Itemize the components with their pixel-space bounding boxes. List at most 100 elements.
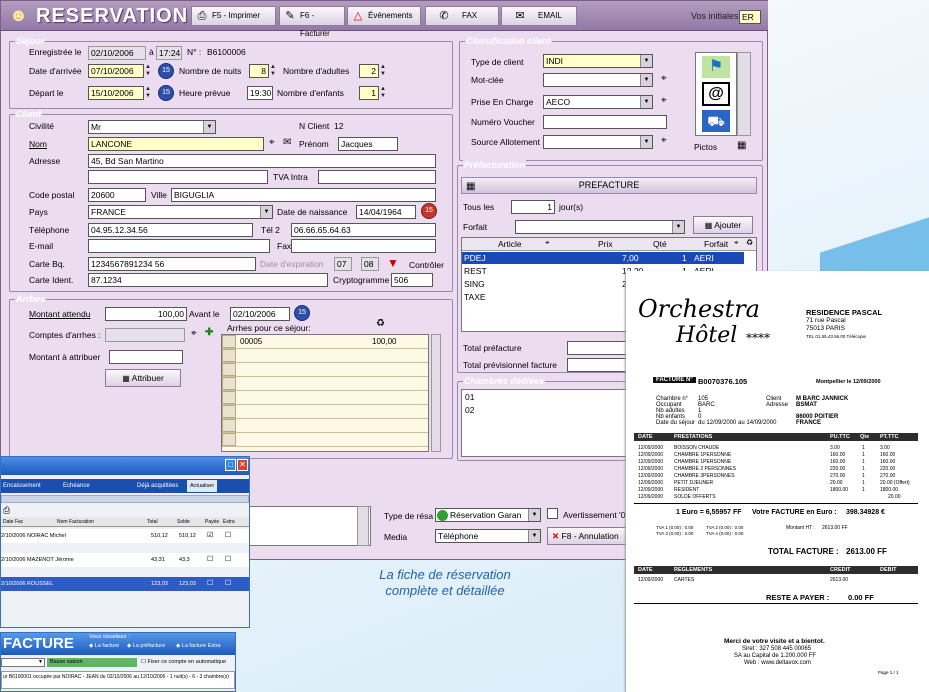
search-icon[interactable]: ⌖ bbox=[661, 135, 667, 147]
country-select[interactable]: FRANCE ▼ bbox=[88, 205, 273, 219]
booking-type-select[interactable]: Réservation Garan ▼ bbox=[435, 508, 541, 522]
notes-scrollbar[interactable] bbox=[357, 506, 369, 546]
assign-button[interactable]: ▦ Attribuer bbox=[105, 369, 181, 387]
firstname-field[interactable]: Jacques bbox=[338, 137, 398, 151]
trash-icon[interactable]: ♻ bbox=[376, 318, 385, 330]
list-item[interactable]: 02 bbox=[465, 405, 474, 415]
expected-field[interactable]: 100,00 bbox=[105, 307, 187, 321]
invoice-select[interactable]: ▼ bbox=[1, 658, 45, 667]
pictos-scrollbar[interactable] bbox=[737, 52, 751, 136]
season-field[interactable]: Basse saison bbox=[47, 658, 137, 667]
assign-field[interactable] bbox=[109, 350, 183, 364]
car-icon[interactable]: ⛟ bbox=[702, 110, 730, 132]
printer-icon[interactable]: ⎙ bbox=[3, 505, 10, 516]
add-icon[interactable]: ✚ bbox=[205, 327, 213, 339]
shield-icon[interactable]: ▼ bbox=[387, 257, 399, 269]
control-button[interactable]: Contrôler bbox=[409, 260, 444, 270]
checkbox-icon[interactable]: ☐ bbox=[225, 529, 231, 543]
adults-field[interactable]: 2 bbox=[359, 64, 379, 78]
checkbox-icon[interactable]: ☐ bbox=[225, 553, 231, 567]
grid-scrollbar[interactable] bbox=[431, 334, 441, 452]
add-package-button[interactable]: ▦ Ajouter bbox=[693, 216, 753, 234]
city-field[interactable]: BIGUGLIA bbox=[171, 188, 436, 202]
search-icon[interactable]: ⌖ bbox=[191, 328, 197, 340]
calendar-icon[interactable]: 15 bbox=[158, 85, 174, 101]
client-type-select[interactable]: INDI ▼ bbox=[543, 54, 653, 68]
family-icon[interactable]: ⚑ bbox=[702, 56, 730, 78]
table-row[interactable]: 2/10/2006 NOIRAC Michel 510,12 510,12 ☑ … bbox=[1, 529, 249, 543]
crypto-field[interactable]: 506 bbox=[391, 273, 433, 287]
view-option[interactable]: ◆ La facture Extra bbox=[176, 643, 221, 649]
birth-field[interactable]: 14/04/1964 bbox=[356, 205, 416, 219]
deposits-grid[interactable]: 00005 100,00 bbox=[221, 334, 429, 452]
search-icon[interactable]: ⌖ bbox=[661, 73, 667, 85]
calendar-icon[interactable]: 15 bbox=[421, 203, 437, 219]
tel2-field[interactable]: 06.66.65.64.63 bbox=[291, 223, 436, 237]
search-icon[interactable]: ⌖ bbox=[661, 95, 667, 107]
filter-option[interactable]: Déjà acquittées bbox=[137, 479, 178, 493]
postal-field[interactable]: 20600 bbox=[88, 188, 146, 202]
phone-field[interactable]: 04.95.12.34.56 bbox=[88, 223, 253, 237]
package-select[interactable]: ▼ bbox=[515, 220, 685, 234]
keyword-select[interactable]: ▼ bbox=[543, 73, 653, 87]
card-field[interactable]: 1234567891234 56 bbox=[88, 257, 256, 271]
print-button[interactable]: ⎙ F5 - Imprimer bbox=[191, 6, 276, 26]
close-icon[interactable]: ✕ bbox=[237, 459, 248, 471]
expiry-year[interactable]: 08 bbox=[361, 257, 379, 271]
at-icon[interactable]: @ bbox=[702, 82, 730, 106]
fax-button[interactable]: ✆ FAX bbox=[425, 6, 499, 26]
spinner-icon[interactable]: ▲ ▼ bbox=[144, 64, 152, 78]
checkbox-icon[interactable]: ☐ bbox=[207, 577, 213, 591]
name-field[interactable]: LANCONE bbox=[88, 137, 264, 151]
checkbox-icon[interactable]: ☐ bbox=[225, 577, 231, 591]
email-field[interactable] bbox=[88, 239, 270, 253]
spinner-icon[interactable]: ▲ ▼ bbox=[379, 64, 387, 78]
invoice-button[interactable]: ✎ F6 - Facturer bbox=[279, 6, 345, 38]
email-button[interactable]: ✉ EMAIL bbox=[501, 6, 577, 26]
refresh-button[interactable]: Actualiser bbox=[187, 480, 218, 492]
table-row[interactable]: PDEJ 7,00 1 AERI bbox=[462, 252, 744, 264]
pec-select[interactable]: AECO ▼ bbox=[543, 95, 653, 109]
folder-icon[interactable]: ▦ bbox=[466, 179, 475, 194]
before-date-field[interactable]: 02/10/2006 bbox=[230, 307, 290, 321]
picture-icon[interactable]: ▦ bbox=[737, 140, 746, 152]
mail-icon[interactable]: ✉ bbox=[283, 137, 291, 149]
media-select[interactable]: Téléphone ▼ bbox=[435, 529, 541, 543]
accounts-field[interactable] bbox=[105, 328, 185, 342]
calendar-icon[interactable]: 15 bbox=[294, 305, 310, 321]
departure-date-field[interactable]: 15/10/2006 bbox=[88, 86, 144, 100]
voucher-field[interactable] bbox=[543, 115, 667, 129]
table-row[interactable]: 2/10/2006 MAZENOT Jérome 43,31 43,3 ☐ ☐ bbox=[1, 553, 249, 567]
view-option[interactable]: ◆ La facture bbox=[89, 643, 119, 649]
time-field[interactable]: 19:30 bbox=[247, 86, 273, 100]
civility-select[interactable]: Mr ▼ bbox=[88, 120, 216, 134]
events-button[interactable]: △ Événements bbox=[347, 6, 421, 26]
auto-account-checkbox[interactable]: ☐ Fixer ce compte en automatique bbox=[141, 658, 226, 667]
checkbox-icon[interactable]: ☑ bbox=[207, 529, 213, 543]
filter-option[interactable]: Echéance bbox=[63, 479, 90, 493]
vat-field[interactable] bbox=[318, 170, 436, 184]
list-item[interactable]: 01 bbox=[465, 392, 474, 402]
search-icon[interactable]: ⌖ bbox=[269, 137, 275, 149]
notice-checkbox[interactable] bbox=[547, 508, 558, 519]
spinner-icon[interactable]: ▲ ▼ bbox=[269, 64, 277, 78]
calendar-icon[interactable]: 15 bbox=[158, 63, 174, 79]
source-select[interactable]: ▼ bbox=[543, 135, 653, 149]
rooms-list[interactable]: 01 02 bbox=[461, 389, 651, 457]
view-option[interactable]: ◆ La préfacture bbox=[127, 643, 165, 649]
spinner-icon[interactable]: ▲ ▼ bbox=[379, 86, 387, 100]
nights-field[interactable]: 8 bbox=[249, 64, 269, 78]
filter-option[interactable]: Encaissement bbox=[3, 479, 41, 493]
address2-field[interactable] bbox=[88, 170, 268, 184]
checkbox-icon[interactable]: ☐ bbox=[207, 553, 213, 567]
initials-field[interactable]: ER bbox=[739, 10, 761, 24]
expiry-month[interactable]: 07 bbox=[334, 257, 352, 271]
search-strip[interactable] bbox=[1, 495, 249, 503]
id-field[interactable]: 87.1234 bbox=[88, 273, 328, 287]
arrival-date-field[interactable]: 07/10/2006 bbox=[88, 64, 144, 78]
cancel-button[interactable]: ✕ F8 - Annulation bbox=[547, 527, 631, 545]
children-field[interactable]: 1 bbox=[359, 86, 379, 100]
address-field[interactable]: 45, Bd San Martino bbox=[88, 154, 436, 168]
table-row-selected[interactable]: 2/10/2006 ROUSSEL 123,03 123,03 ☐ ☐ bbox=[1, 577, 249, 591]
spinner-icon[interactable]: ▲ ▼ bbox=[144, 86, 152, 100]
